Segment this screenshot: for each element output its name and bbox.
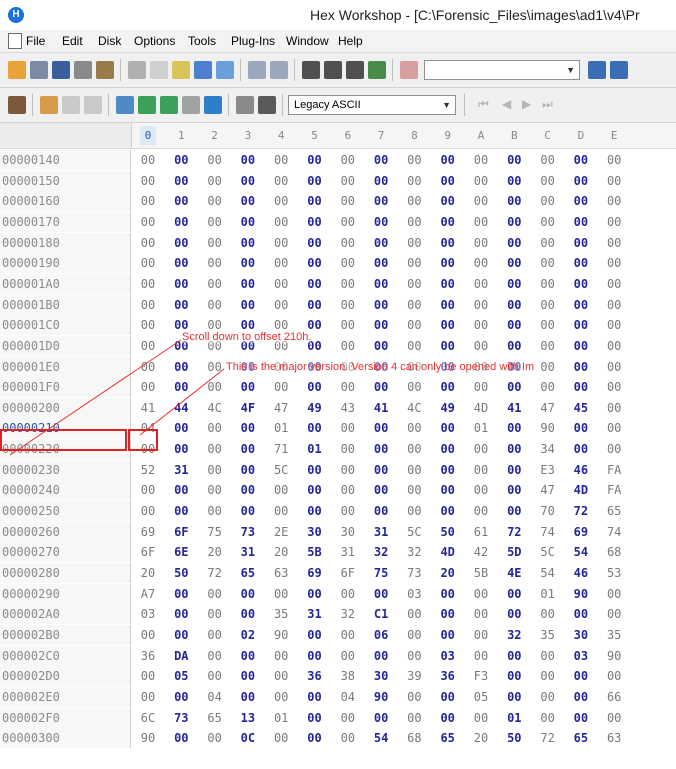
menu-disk[interactable]: Disk — [98, 34, 121, 48]
document-icon[interactable] — [8, 33, 22, 49]
find-icon[interactable] — [302, 61, 320, 79]
gear-icon[interactable] — [236, 96, 254, 114]
menu-options[interactable]: Options — [134, 34, 175, 48]
hex-editor[interactable]: 0123456789ABCDE 00000140 00 00 00 00 00 00 00 00… — [0, 123, 676, 769]
separator — [294, 59, 295, 81]
hierarchy-icon[interactable] — [182, 96, 200, 114]
find-previous-icon[interactable] — [346, 61, 364, 79]
title-bar: H Hex Workshop - [C:\Forensic_Files\imag… — [0, 0, 676, 31]
paste-icon[interactable] — [172, 61, 190, 79]
offset-highlight-box — [0, 429, 127, 451]
new-icon[interactable] — [8, 61, 26, 79]
separator — [240, 59, 241, 81]
version-leader-line — [139, 368, 225, 436]
open-icon[interactable] — [30, 61, 48, 79]
menu-tools[interactable]: Tools — [188, 34, 216, 48]
bookmark-next-icon[interactable] — [610, 61, 628, 79]
scroll-annotation: Scroll down to offset 210h. — [182, 331, 312, 343]
version-annotation: This is the major version. Version 4 can… — [226, 361, 535, 373]
menu-window[interactable]: Window — [286, 34, 329, 48]
calculator-icon[interactable] — [258, 96, 276, 114]
main-toolbar: ▼ — [0, 53, 676, 88]
secondary-toolbar: Legacy ASCII ▼ ⏮ ◀ ▶ ⏭ — [0, 88, 676, 123]
separator — [120, 59, 121, 81]
separator — [392, 59, 393, 81]
menu-edit[interactable]: Edit — [62, 34, 83, 48]
menu-help[interactable]: Help — [338, 34, 363, 48]
redo-icon[interactable] — [270, 61, 288, 79]
next-page-icon[interactable]: ▶ — [522, 97, 531, 111]
export-icon[interactable] — [216, 61, 234, 79]
window-title: Hex Workshop - [C:\Forensic_Files\images… — [310, 7, 640, 23]
previous-page-icon[interactable]: ◀ — [502, 97, 511, 111]
structure-icon[interactable] — [160, 96, 178, 114]
replace-icon[interactable] — [368, 61, 386, 79]
copy-icon[interactable] — [150, 61, 168, 79]
print-icon[interactable] — [74, 61, 92, 79]
encoding-select[interactable]: Legacy ASCII ▼ — [288, 95, 456, 115]
goto-icon[interactable] — [400, 61, 418, 79]
paste-special-icon[interactable] — [194, 61, 212, 79]
last-page-icon[interactable]: ⏭ — [542, 97, 553, 112]
compare-next-icon[interactable] — [62, 96, 80, 114]
menu-bar: File Edit Disk Options Tools Plug-Ins Wi… — [0, 30, 676, 53]
compare-prev-icon[interactable] — [84, 96, 102, 114]
hammer-icon[interactable] — [8, 96, 26, 114]
separator — [228, 94, 229, 116]
byte-highlight-box — [128, 429, 158, 451]
cut-icon[interactable] — [128, 61, 146, 79]
menu-plugins[interactable]: Plug-Ins — [231, 34, 275, 48]
chevron-down-icon[interactable]: ▼ — [566, 65, 575, 75]
properties-icon[interactable] — [96, 61, 114, 79]
chart-icon[interactable] — [204, 96, 222, 114]
app-icon[interactable]: H — [8, 7, 24, 23]
encoding-value: Legacy ASCII — [294, 99, 361, 111]
separator — [108, 94, 109, 116]
separator — [32, 94, 33, 116]
save-icon[interactable] — [52, 61, 70, 79]
undo-icon[interactable] — [248, 61, 266, 79]
operation-icon[interactable] — [138, 96, 156, 114]
separator — [282, 94, 283, 116]
find-next-icon[interactable] — [324, 61, 342, 79]
separator — [464, 94, 465, 116]
bookmark-icon[interactable] — [588, 61, 606, 79]
menu-file[interactable]: File — [26, 34, 45, 48]
find-combo[interactable]: ▼ — [424, 60, 580, 80]
checksum-icon[interactable] — [116, 96, 134, 114]
compare-icon[interactable] — [40, 96, 58, 114]
chevron-down-icon[interactable]: ▼ — [442, 100, 451, 110]
first-page-icon[interactable]: ⏮ — [478, 97, 489, 112]
